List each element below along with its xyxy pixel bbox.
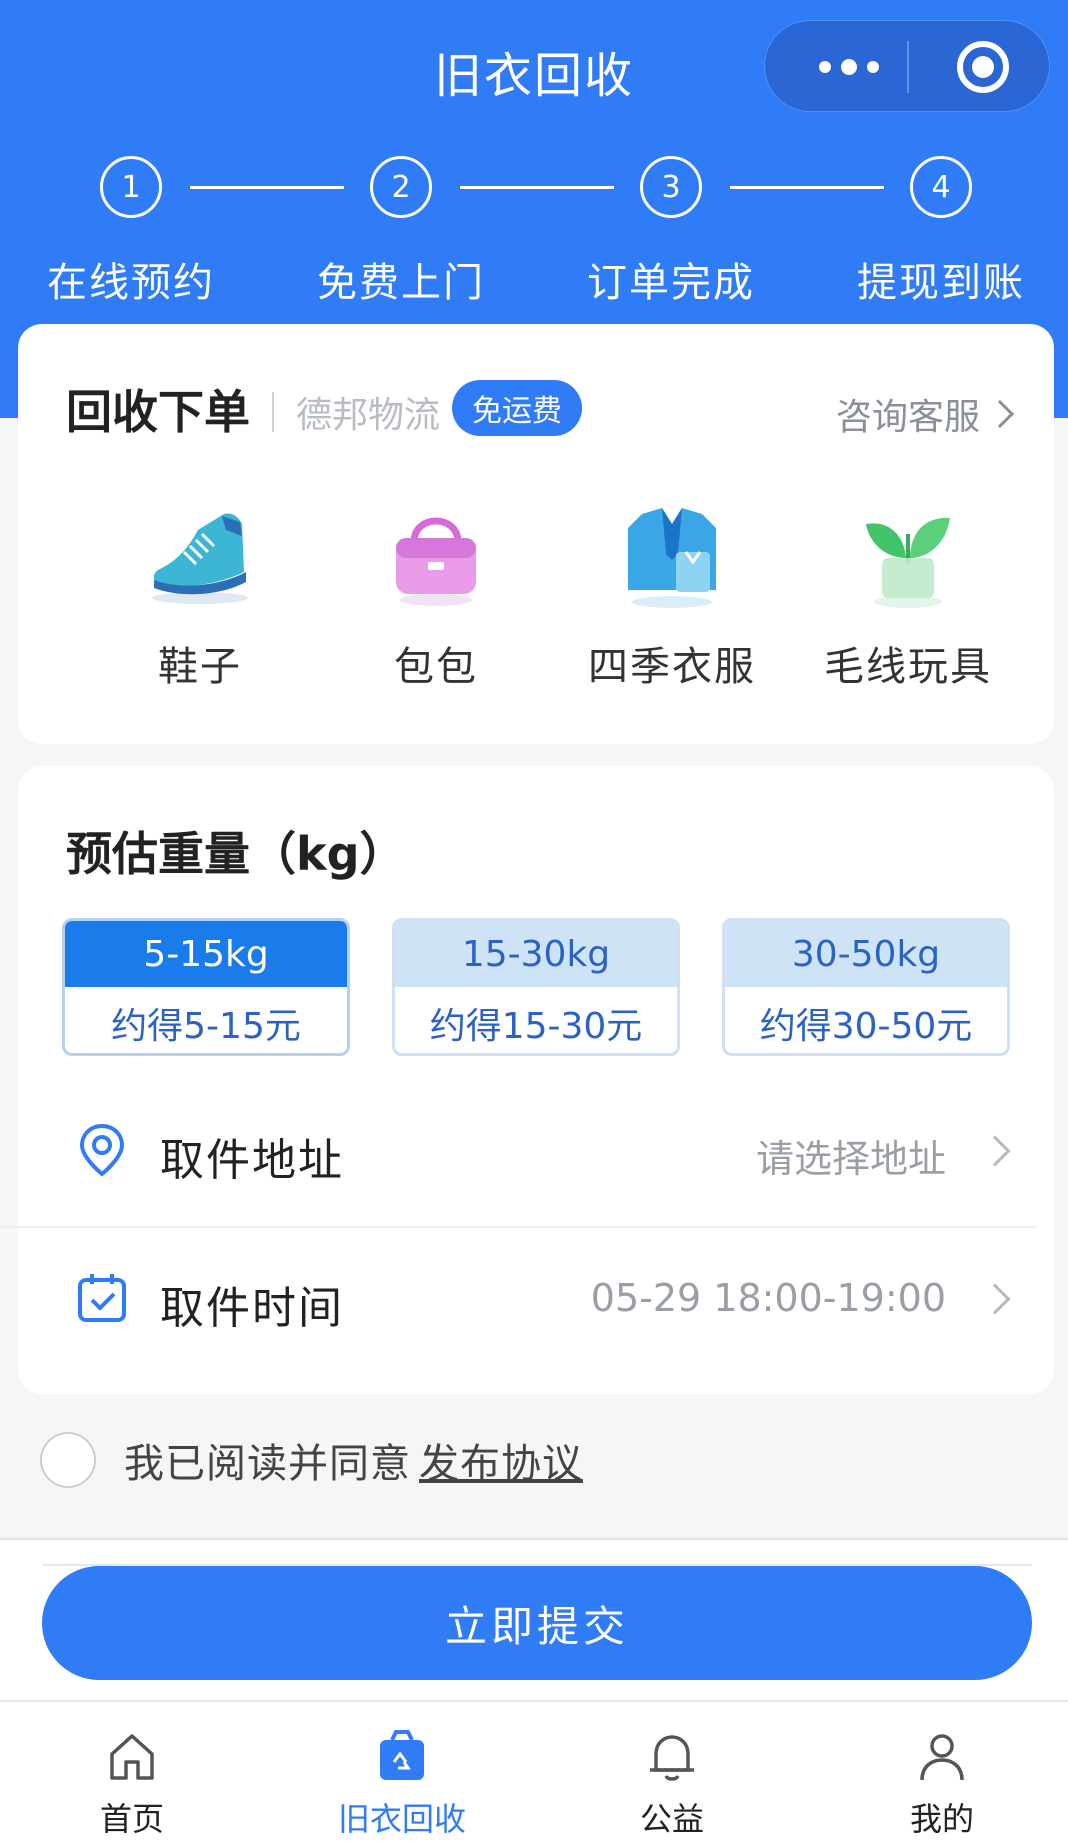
user-icon bbox=[920, 1734, 964, 1781]
location-pin-icon bbox=[79, 1123, 125, 1177]
progress-steps: 1 2 3 4 在线预约 免费上门 订单完成 提现到账 bbox=[0, 156, 1068, 306]
customer-service-label: 咨询客服 bbox=[835, 397, 980, 438]
step-4-label: 提现到账 bbox=[857, 260, 1025, 306]
tab-recycle[interactable]: 旧衣回收 bbox=[292, 1702, 512, 1848]
step-connector bbox=[730, 186, 884, 189]
step-connector bbox=[190, 186, 344, 189]
capsule-divider bbox=[907, 41, 909, 93]
row-divider bbox=[0, 1226, 1036, 1228]
calendar-check-icon bbox=[78, 1274, 126, 1322]
pickup-time-label: 取件时间 bbox=[160, 1283, 344, 1334]
agreement-radio[interactable] bbox=[40, 1432, 96, 1488]
title-divider bbox=[272, 392, 274, 432]
submit-button[interactable]: 立即提交 bbox=[42, 1566, 1032, 1680]
free-shipping-badge: 免运费 bbox=[452, 380, 582, 436]
step-4-number: 4 bbox=[910, 156, 972, 218]
tab-home[interactable]: 首页 bbox=[22, 1702, 242, 1848]
step-2-label: 免费上门 bbox=[317, 260, 485, 306]
step-1-number: 1 bbox=[100, 156, 162, 218]
home-icon bbox=[110, 1734, 154, 1780]
weight-title: 预估重量（kg） bbox=[66, 827, 406, 881]
mini-program-capsule bbox=[764, 20, 1050, 112]
clothes-icon bbox=[628, 508, 716, 608]
weight-earning: 约得15-30元 bbox=[429, 1006, 643, 1047]
tab-charity[interactable]: 公益 bbox=[562, 1702, 782, 1848]
pickup-address-row[interactable]: 取件地址 请选择地址 bbox=[18, 1078, 1054, 1228]
chevron-right-icon bbox=[979, 1283, 1011, 1315]
bell-icon bbox=[650, 1735, 694, 1781]
weight-option-5-15[interactable]: 5-15kg 约得5-15元 bbox=[62, 918, 350, 1056]
pickup-address-value: 请选择地址 bbox=[755, 1137, 946, 1181]
step-3-number: 3 bbox=[640, 156, 702, 218]
category-label: 鞋子 bbox=[158, 644, 242, 690]
tab-label: 首页 bbox=[99, 1800, 164, 1838]
weight-option-30-50[interactable]: 30-50kg 约得30-50元 bbox=[722, 918, 1010, 1056]
category-label: 毛线玩具 bbox=[824, 644, 992, 690]
recycle-bag-icon bbox=[380, 1730, 424, 1780]
category-clothes[interactable]: 四季衣服 bbox=[554, 494, 790, 724]
tab-bar: 首页 旧衣回收 公益 我的 bbox=[0, 1700, 1068, 1848]
plant-icon bbox=[866, 517, 950, 608]
step-1-label: 在线预约 bbox=[47, 260, 215, 306]
weight-range: 15-30kg bbox=[395, 921, 677, 987]
more-icon[interactable] bbox=[809, 49, 889, 85]
tab-label: 公益 bbox=[639, 1800, 704, 1838]
pickup-time-value: 05-29 18:00-19:00 bbox=[590, 1276, 946, 1320]
close-target-icon[interactable] bbox=[957, 41, 1009, 93]
step-connector bbox=[460, 186, 614, 189]
agreement-link[interactable]: 发布协议 bbox=[419, 1431, 583, 1489]
weight-option-15-30[interactable]: 15-30kg 约得15-30元 bbox=[392, 918, 680, 1056]
pickup-address-label: 取件地址 bbox=[160, 1135, 344, 1186]
logistics-company: 德邦物流 bbox=[296, 395, 441, 436]
tab-mine[interactable]: 我的 bbox=[832, 1702, 1052, 1848]
weight-earning: 约得5-15元 bbox=[111, 1006, 301, 1047]
order-card-title: 回收下单 bbox=[66, 385, 250, 439]
category-wool-toys[interactable]: 毛线玩具 bbox=[790, 494, 1026, 724]
chevron-right-icon bbox=[979, 1135, 1011, 1167]
order-card: 回收下单 德邦物流 免运费 咨询客服 鞋子 包包 四季衣服 毛线玩具 bbox=[18, 324, 1054, 744]
step-2-number: 2 bbox=[370, 156, 432, 218]
weight-range: 30-50kg bbox=[725, 921, 1007, 987]
agreement-row: 我已阅读并同意 发布协议 bbox=[40, 1430, 583, 1490]
pickup-time-row[interactable]: 取件时间 05-29 18:00-19:00 bbox=[18, 1226, 1054, 1376]
chevron-right-icon bbox=[985, 399, 1015, 429]
bag-icon bbox=[396, 517, 476, 606]
agreement-text: 我已阅读并同意 bbox=[124, 1441, 411, 1487]
tab-label: 旧衣回收 bbox=[337, 1800, 466, 1838]
customer-service-link[interactable]: 咨询客服 bbox=[835, 388, 1015, 440]
step-3-label: 订单完成 bbox=[587, 260, 755, 306]
shoe-icon bbox=[152, 513, 248, 604]
category-label: 四季衣服 bbox=[588, 644, 756, 690]
category-shoes[interactable]: 鞋子 bbox=[82, 494, 318, 724]
tab-label: 我的 bbox=[909, 1800, 974, 1838]
category-label: 包包 bbox=[394, 644, 478, 690]
weight-range: 5-15kg bbox=[65, 921, 347, 987]
category-bags[interactable]: 包包 bbox=[318, 494, 554, 724]
pickup-card: 预估重量（kg） 5-15kg 约得5-15元 15-30kg 约得15-30元… bbox=[18, 766, 1054, 1394]
weight-earning: 约得30-50元 bbox=[759, 1006, 973, 1047]
